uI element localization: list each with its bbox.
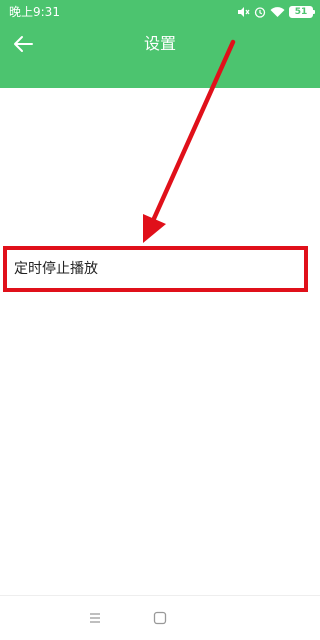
status-time: 晚上9:31 [9, 5, 60, 19]
alarm-icon [254, 6, 266, 18]
status-icons: 51 [237, 4, 315, 20]
wifi-icon [270, 6, 285, 18]
nav-bar: 设置 [0, 24, 320, 64]
setting-label: 定时停止播放 [14, 261, 98, 277]
menu-icon[interactable] [86, 609, 104, 627]
system-nav-bar [0, 595, 320, 640]
settings-content [0, 88, 320, 594]
status-bar: 晚上9:31 51 [0, 0, 320, 24]
battery-icon: 51 [289, 6, 315, 18]
battery-level: 51 [294, 7, 308, 17]
home-icon[interactable] [151, 609, 169, 627]
app-header: 晚上9:31 51 设置 [0, 0, 320, 88]
setting-item-timer-stop[interactable]: 定时停止播放 [0, 245, 320, 293]
page-title: 设置 [143, 34, 176, 53]
mute-icon [237, 6, 250, 18]
